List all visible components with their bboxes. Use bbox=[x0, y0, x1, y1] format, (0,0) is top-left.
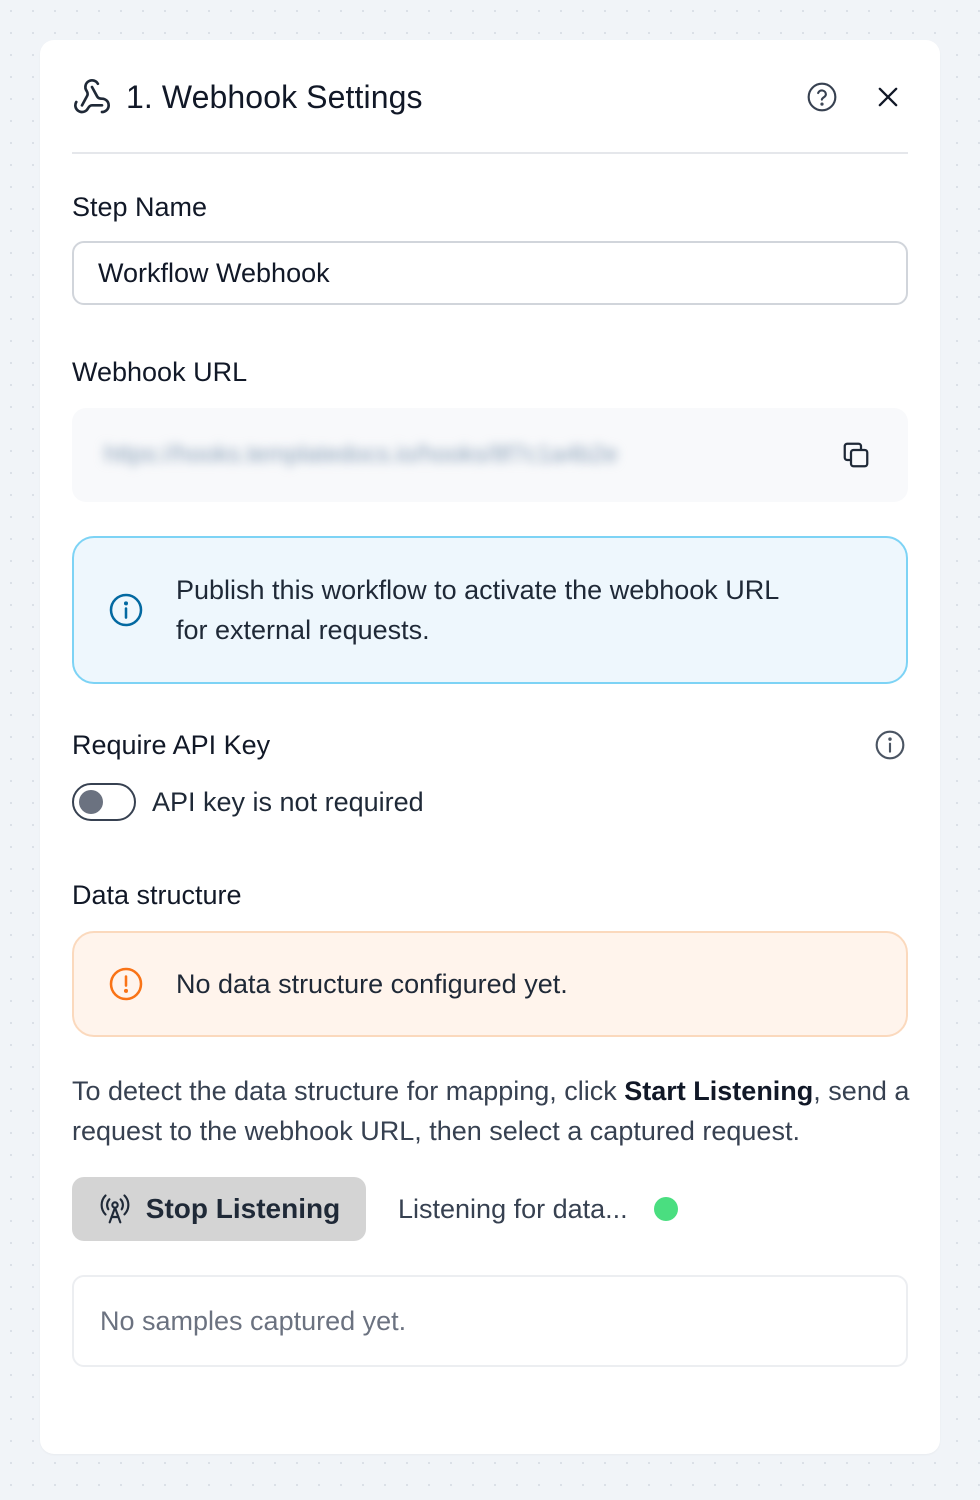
captured-samples-list: No samples captured yet. bbox=[72, 1275, 908, 1367]
listening-status-text: Listening for data... bbox=[398, 1193, 628, 1224]
api-key-toggle[interactable] bbox=[72, 783, 136, 821]
publish-notice-line1: Publish this workflow to activate the we… bbox=[176, 575, 780, 605]
desc-text-before: To detect the data structure for mapping… bbox=[72, 1076, 625, 1106]
webhook-settings-panel: 1. Webhook Settings Step Name Webhook UR… bbox=[40, 40, 940, 1454]
publish-notice-text: Publish this workflow to activate the we… bbox=[176, 570, 779, 650]
listening-status-dot bbox=[653, 1197, 678, 1221]
info-circle-icon[interactable] bbox=[872, 727, 908, 763]
close-icon[interactable] bbox=[868, 77, 908, 117]
webhook-icon bbox=[72, 77, 112, 117]
data-structure-label: Data structure bbox=[72, 880, 242, 910]
info-circle-icon bbox=[106, 590, 146, 630]
panel-title: 1. Webhook Settings bbox=[126, 78, 423, 115]
api-key-status: API key is not required bbox=[152, 786, 424, 817]
webhook-url-value: https://hooks.templatedocs.io/hooks/8f7c… bbox=[104, 441, 618, 468]
panel-header: 1. Webhook Settings bbox=[72, 40, 908, 154]
webhook-url-label: Webhook URL bbox=[72, 357, 248, 387]
help-circle-icon[interactable] bbox=[802, 77, 842, 117]
step-name-input[interactable] bbox=[72, 241, 908, 305]
step-name-label: Step Name bbox=[72, 192, 208, 222]
broadcast-icon bbox=[98, 1192, 132, 1226]
alert-circle-icon bbox=[106, 964, 146, 1004]
listening-row: Stop Listening Listening for data... bbox=[72, 1177, 908, 1241]
publish-notice: Publish this workflow to activate the we… bbox=[72, 536, 908, 684]
no-samples-text: No samples captured yet. bbox=[100, 1305, 407, 1336]
webhook-url-field: https://hooks.templatedocs.io/hooks/8f7c… bbox=[72, 408, 908, 502]
require-api-key-label: Require API Key bbox=[72, 729, 271, 760]
api-key-toggle-row: API key is not required bbox=[72, 782, 908, 822]
data-structure-warning-text: No data structure configured yet. bbox=[176, 968, 568, 999]
api-key-row: Require API Key bbox=[72, 726, 908, 764]
stop-listening-label: Stop Listening bbox=[145, 1193, 341, 1224]
desc-text-bold: Start Listening bbox=[624, 1076, 814, 1106]
data-structure-warning: No data structure configured yet. bbox=[72, 931, 908, 1037]
toggle-knob bbox=[79, 790, 103, 814]
copy-icon[interactable] bbox=[836, 435, 876, 475]
stop-listening-button[interactable]: Stop Listening bbox=[72, 1177, 366, 1241]
data-structure-description: To detect the data structure for mapping… bbox=[72, 1071, 912, 1151]
publish-notice-line2: for external requests. bbox=[176, 615, 430, 645]
